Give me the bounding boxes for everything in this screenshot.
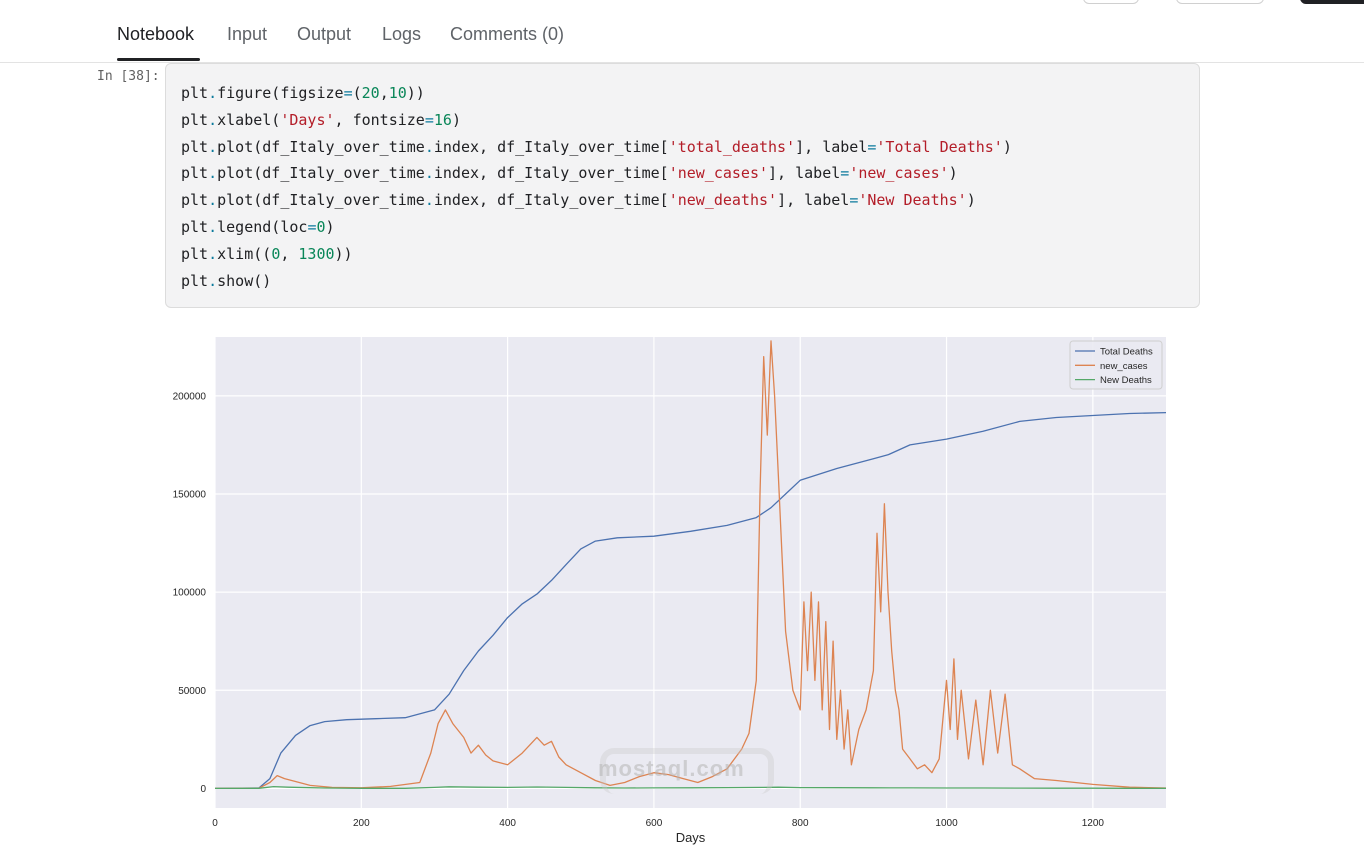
code-line: plt.xlabel('Days', fontsize=16) <box>181 110 461 129</box>
code-line: plt.xlim((0, 1300)) <box>181 244 353 263</box>
code-line: plt.plot(df_Italy_over_time.index, df_It… <box>181 164 958 183</box>
plot-area <box>215 337 1166 808</box>
code-line: plt.show() <box>181 271 272 290</box>
code-line: plt.figure(figsize=(20,10)) <box>181 84 425 102</box>
tab-input[interactable]: Input <box>227 24 267 45</box>
x-axis-label: Days <box>676 830 706 845</box>
x-tick-label: 400 <box>499 818 516 829</box>
tab-bar: Notebook Input Output Logs Comments (0) <box>0 0 1364 63</box>
y-tick-label: 150000 <box>173 490 207 501</box>
code-block[interactable]: plt.figure(figsize=(20,10)) plt.xlabel('… <box>181 80 1012 294</box>
y-tick-label: 100000 <box>173 588 207 599</box>
code-line: plt.legend(loc=0) <box>181 217 335 236</box>
code-line: plt.plot(df_Italy_over_time.index, df_It… <box>181 191 976 210</box>
watermark-text: mostaql.com <box>598 756 745 781</box>
x-tick-label: 600 <box>646 818 663 829</box>
y-tick-label: 50000 <box>178 686 206 697</box>
x-tick-label: 800 <box>792 818 809 829</box>
x-tick-label: 1200 <box>1082 818 1105 829</box>
x-tick-label: 0 <box>212 818 218 829</box>
legend-entry: new_cases <box>1100 361 1148 372</box>
tab-output[interactable]: Output <box>297 24 351 45</box>
y-tick-label: 0 <box>200 784 206 795</box>
legend-entry: New Deaths <box>1100 375 1152 386</box>
x-tick-label: 1000 <box>935 818 958 829</box>
active-tab-indicator <box>117 58 200 61</box>
tab-notebook[interactable]: Notebook <box>117 24 194 45</box>
tab-comments[interactable]: Comments (0) <box>450 24 564 45</box>
code-cell[interactable]: plt.figure(figsize=(20,10)) plt.xlabel('… <box>165 63 1200 308</box>
tab-logs[interactable]: Logs <box>382 24 421 45</box>
legend-entry: Total Deaths <box>1100 347 1153 358</box>
code-line: plt.plot(df_Italy_over_time.index, df_It… <box>181 137 1012 156</box>
y-tick-label: 200000 <box>173 391 207 402</box>
x-tick-label: 200 <box>353 818 370 829</box>
cell-prompt: In [38]: <box>97 69 160 84</box>
